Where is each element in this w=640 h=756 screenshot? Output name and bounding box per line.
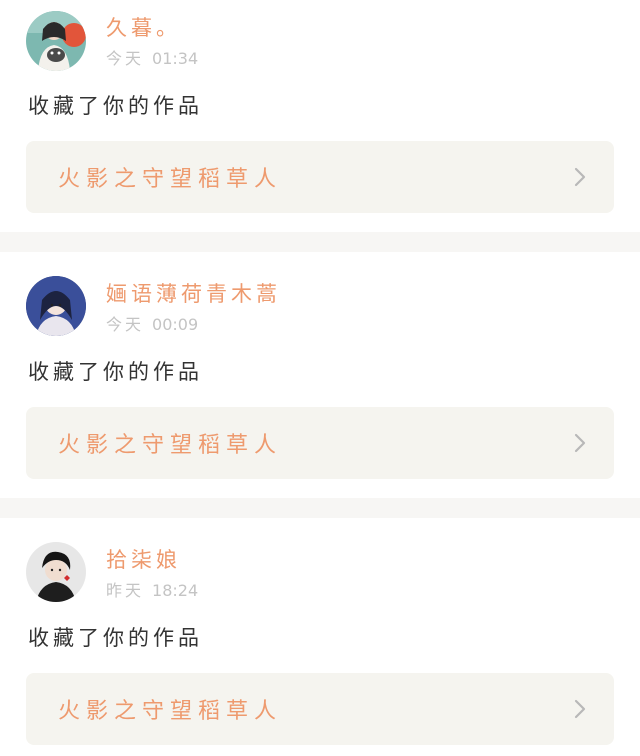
notification-feed: 久暮。 今天 01:34 收藏了你的作品 火影之守望稻草人 婳语薄荷青木蒿 今天…	[0, 0, 640, 756]
notification-card: 婳语薄荷青木蒿 今天 00:09 收藏了你的作品 火影之守望稻草人	[0, 252, 640, 498]
work-title: 火影之守望稻草人	[58, 699, 283, 724]
action-text: 收藏了你的作品	[28, 360, 203, 384]
avatar-girl-with-cat-icon	[26, 11, 86, 71]
avatar-boy-dark-icon	[26, 542, 86, 602]
timestamp-time: 18:24	[152, 581, 199, 600]
action-text: 收藏了你的作品	[28, 94, 203, 118]
timestamp: 今天 01:34	[106, 45, 198, 69]
avatar-girl-blue-icon	[26, 276, 86, 336]
timestamp-day: 今天	[106, 315, 145, 334]
section-separator	[0, 232, 640, 252]
user-avatar[interactable]	[26, 542, 86, 602]
work-link[interactable]: 火影之守望稻草人	[26, 141, 614, 213]
user-avatar[interactable]	[26, 11, 86, 71]
work-title: 火影之守望稻草人	[58, 167, 283, 192]
section-separator	[0, 498, 640, 518]
chevron-right-icon	[574, 699, 586, 719]
timestamp: 今天 00:09	[106, 311, 198, 335]
timestamp: 昨天 18:24	[106, 577, 198, 601]
work-link[interactable]: 火影之守望稻草人	[26, 407, 614, 479]
username[interactable]: 婳语薄荷青木蒿	[106, 278, 281, 308]
work-link[interactable]: 火影之守望稻草人	[26, 673, 614, 745]
notification-card: 久暮。 今天 01:34 收藏了你的作品 火影之守望稻草人	[0, 0, 640, 232]
timestamp-day: 昨天	[106, 581, 145, 600]
user-avatar[interactable]	[26, 276, 86, 336]
notification-card: 拾柒娘 昨天 18:24 收藏了你的作品 火影之守望稻草人	[0, 518, 640, 756]
timestamp-day: 今天	[106, 49, 145, 68]
username[interactable]: 拾柒娘	[106, 544, 181, 574]
action-text: 收藏了你的作品	[28, 626, 203, 650]
username[interactable]: 久暮。	[106, 12, 181, 42]
work-title: 火影之守望稻草人	[58, 433, 283, 458]
chevron-right-icon	[574, 167, 586, 187]
timestamp-time: 00:09	[152, 315, 199, 334]
chevron-right-icon	[574, 433, 586, 453]
timestamp-time: 01:34	[152, 49, 199, 68]
